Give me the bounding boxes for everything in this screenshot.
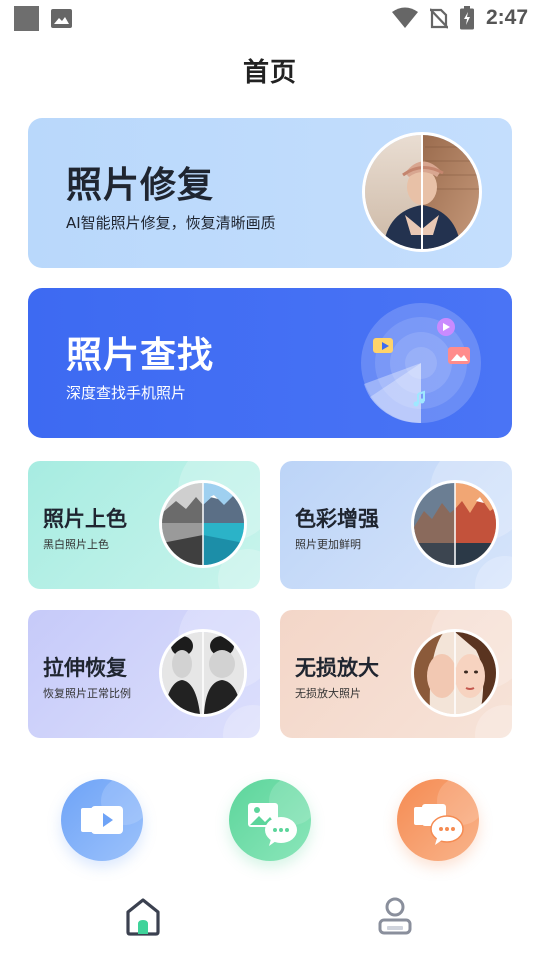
home-icon: [126, 898, 160, 936]
stretch-thumbnail-image: [159, 629, 247, 717]
video-recovery-button[interactable]: [61, 779, 143, 861]
photo-restore-title: 照片修复: [66, 165, 215, 206]
no-sim-icon: [429, 8, 448, 29]
nav-profile-tab[interactable]: [375, 894, 415, 938]
battery-charging-icon: [459, 6, 474, 30]
nav-home-tab[interactable]: [123, 894, 163, 938]
wechat-video-icon: [414, 779, 479, 845]
tool-card-enhance[interactable]: 色彩增强 照片更加鲜明: [280, 461, 512, 589]
photo-find-subtitle: 深度查找手机照片: [66, 384, 187, 402]
status-time: 2:47: [485, 6, 528, 29]
tool-card-stretch[interactable]: 拉伸恢复 恢复照片正常比例: [28, 610, 260, 738]
tool-card-subtitle: 无损放大照片: [295, 687, 361, 700]
status-bar: 2:47: [0, 0, 540, 36]
profile-icon: [378, 897, 412, 935]
notification-square-icon: [14, 6, 39, 31]
wifi-icon: [391, 7, 418, 28]
photo-restore-subtitle: AI智能照片修复，恢复清晰画质: [66, 214, 276, 232]
tool-card-title: 照片上色: [43, 507, 127, 531]
tool-card-subtitle: 黑白照片上色: [43, 538, 109, 551]
photo-scan-radar-icon: [361, 303, 481, 424]
photo-restore-card[interactable]: 照片修复 AI智能照片修复，恢复清晰画质: [28, 118, 512, 268]
photo-find-card[interactable]: 照片查找 深度查找手机照片: [28, 288, 512, 438]
wechat-photo-button[interactable]: [229, 779, 311, 861]
tool-card-zoom[interactable]: 无损放大 无损放大照片: [280, 610, 512, 738]
bottom-nav: [0, 880, 540, 960]
enhance-thumbnail-image: [411, 480, 499, 568]
restore-portrait-image: [362, 132, 482, 252]
wechat-photo-icon: [248, 779, 311, 846]
tool-card-subtitle: 恢复照片正常比例: [43, 687, 131, 700]
tool-card-subtitle: 照片更加鲜明: [295, 538, 361, 551]
tool-card-colorize[interactable]: 照片上色 黑白照片上色: [28, 461, 260, 589]
colorize-thumbnail-image: [159, 480, 247, 568]
tool-card-title: 色彩增强: [295, 507, 379, 531]
image-notification-icon: [51, 9, 72, 28]
page-title: 首页: [242, 58, 297, 88]
wechat-video-button[interactable]: [397, 779, 479, 861]
video-recovery-icon: [81, 779, 143, 834]
tool-card-title: 无损放大: [295, 656, 379, 680]
tool-card-title: 拉伸恢复: [43, 656, 127, 680]
zoom-thumbnail-image: [411, 629, 499, 717]
photo-find-title: 照片查找: [66, 335, 215, 376]
